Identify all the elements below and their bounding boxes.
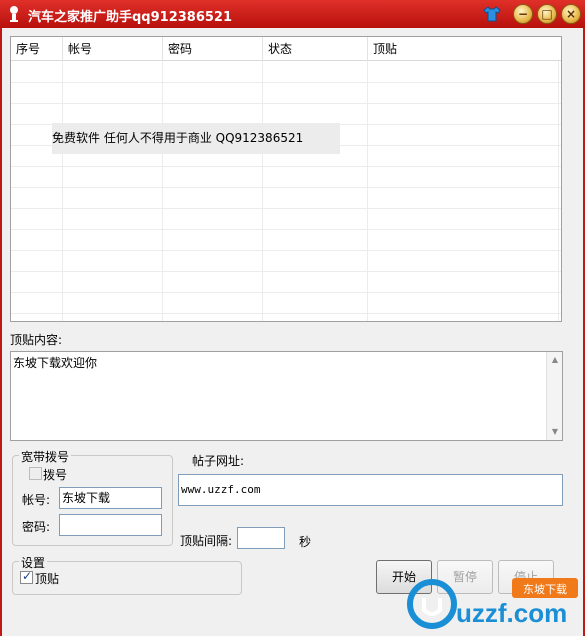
column-header-password[interactable]: 密码 (163, 37, 263, 61)
grid-line (11, 166, 561, 167)
column-header-index[interactable]: 序号 (11, 37, 63, 61)
grid-line (11, 82, 561, 83)
scroll-up-icon[interactable]: ▲ (550, 355, 560, 365)
interval-input[interactable] (237, 527, 285, 549)
maximize-button[interactable]: □ (537, 4, 557, 24)
post-url-input[interactable]: www.uzzf.com (178, 474, 563, 506)
interval-unit: 秒 (299, 535, 312, 549)
broadband-group-title: 宽带拨号 (19, 448, 72, 465)
account-input[interactable]: 东坡下载 (59, 487, 162, 509)
post-content-textarea[interactable]: 东坡下载欢迎你 ▲ ▼ (10, 351, 563, 441)
grid-line (11, 208, 561, 209)
grid-line (11, 229, 561, 230)
grid-line (558, 61, 559, 321)
dial-label: 拨号 (43, 468, 68, 482)
grid-line (11, 250, 561, 251)
post-content-label: 顶贴内容: (10, 333, 63, 347)
grid-line (11, 103, 561, 104)
password-input[interactable] (59, 514, 162, 536)
skin-icon[interactable] (483, 5, 501, 23)
minimize-button[interactable]: − (513, 4, 533, 24)
grid-line (62, 61, 63, 321)
window-title: 汽车之家推广助手qq912386521 (28, 10, 233, 25)
grid-line (367, 61, 368, 321)
grid-line (11, 271, 561, 272)
account-label: 帐号: (22, 493, 51, 507)
watermark-tag: 东坡下载 (523, 583, 567, 596)
grid-line (262, 61, 263, 321)
uzzf-logo-icon: uzzf.com 东坡下载 (407, 578, 578, 629)
watermark-logo: uzzf.com 东坡下载 (404, 568, 582, 634)
scroll-down-icon[interactable]: ▼ (550, 427, 560, 437)
post-url-label: 帖子网址: (192, 454, 245, 468)
grid-line (11, 187, 561, 188)
bump-label: 顶贴 (35, 572, 60, 586)
grid-line (11, 313, 561, 314)
check-icon: ✓ (22, 569, 33, 583)
list-header: 序号 帐号 密码 状态 顶贴 (11, 37, 561, 61)
app-icon (10, 6, 18, 22)
post-content-text: 东坡下载欢迎你 (13, 356, 98, 370)
grid-line (11, 292, 561, 293)
watermark-brand: uzzf.com (456, 598, 567, 628)
textarea-scrollbar[interactable]: ▲ ▼ (546, 352, 562, 440)
column-header-account[interactable]: 帐号 (63, 37, 163, 61)
dial-checkbox[interactable] (29, 467, 42, 480)
interval-label: 顶贴间隔: (180, 534, 233, 548)
close-button[interactable]: × (561, 4, 581, 24)
title-bar: 汽车之家推广助手qq912386521 − □ × (0, 0, 585, 28)
list-notice: 免费软件 任何人不得用于商业 QQ912386521 (52, 123, 340, 154)
bump-checkbox[interactable]: ✓ (20, 569, 33, 584)
column-header-bump[interactable]: 顶贴 (368, 37, 561, 61)
grid-line (162, 61, 163, 321)
account-list[interactable]: 序号 帐号 密码 状态 顶贴 免费软件 任何人不得用于商业 QQ91238652… (10, 36, 562, 322)
column-header-status[interactable]: 状态 (263, 37, 368, 61)
password-label: 密码: (22, 520, 51, 534)
